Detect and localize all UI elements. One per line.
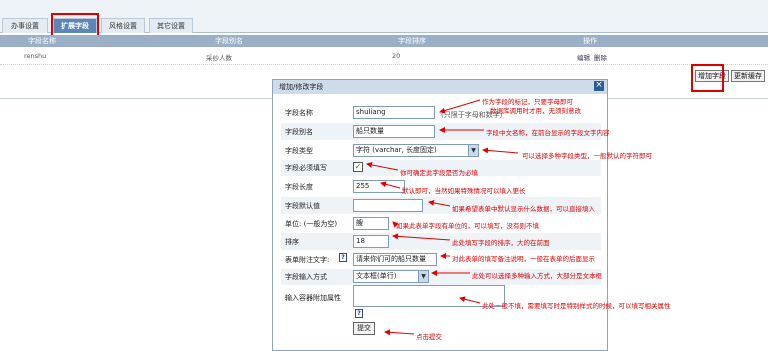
annotation-arrows	[366, 99, 519, 336]
